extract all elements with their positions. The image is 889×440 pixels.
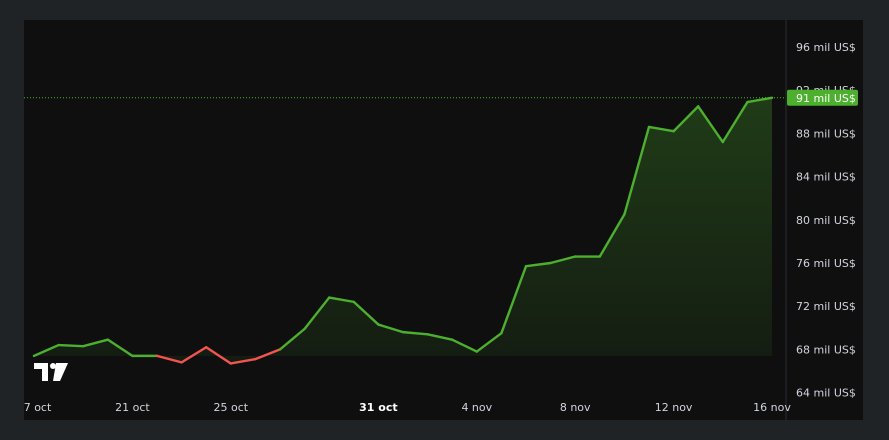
x-tick-label: 16 nov	[753, 401, 791, 414]
x-tick-label: 17 oct	[24, 401, 52, 414]
y-tick-label: 84 mil US$	[796, 171, 856, 184]
y-tick-label: 80 mil US$	[796, 214, 856, 227]
x-tick-label: 12 nov	[655, 401, 693, 414]
price-chart[interactable]: 64 mil US$ 68 mil US$ 72 mil US$ 76 mil US$…	[24, 20, 863, 420]
y-tick-label: 72 mil US$	[796, 300, 856, 313]
chart-frame: 64 mil US$ 68 mil US$ 72 mil US$ 76 mil US$…	[24, 20, 863, 420]
x-tick-label: 25 oct	[214, 401, 249, 414]
x-axis[interactable]: 17 oct 21 oct 25 oct 31 oct 4 nov 8 nov 12 nov…	[24, 401, 791, 414]
y-tick-label: 64 mil US$	[796, 387, 856, 400]
x-tick-label: 21 oct	[115, 401, 150, 414]
y-tick-label: 96 mil US$	[796, 41, 856, 54]
x-tick-label: 4 nov	[461, 401, 492, 414]
last-price-label: 91 mil US$	[796, 92, 856, 105]
y-tick-label: 88 mil US$	[796, 127, 856, 140]
y-tick-label: 68 mil US$	[796, 343, 856, 356]
y-tick-label: 76 mil US$	[796, 257, 856, 270]
x-tick-label: 8 nov	[560, 401, 591, 414]
x-tick-label: 31 oct	[359, 401, 397, 414]
series-line-segment	[57, 343, 85, 348]
